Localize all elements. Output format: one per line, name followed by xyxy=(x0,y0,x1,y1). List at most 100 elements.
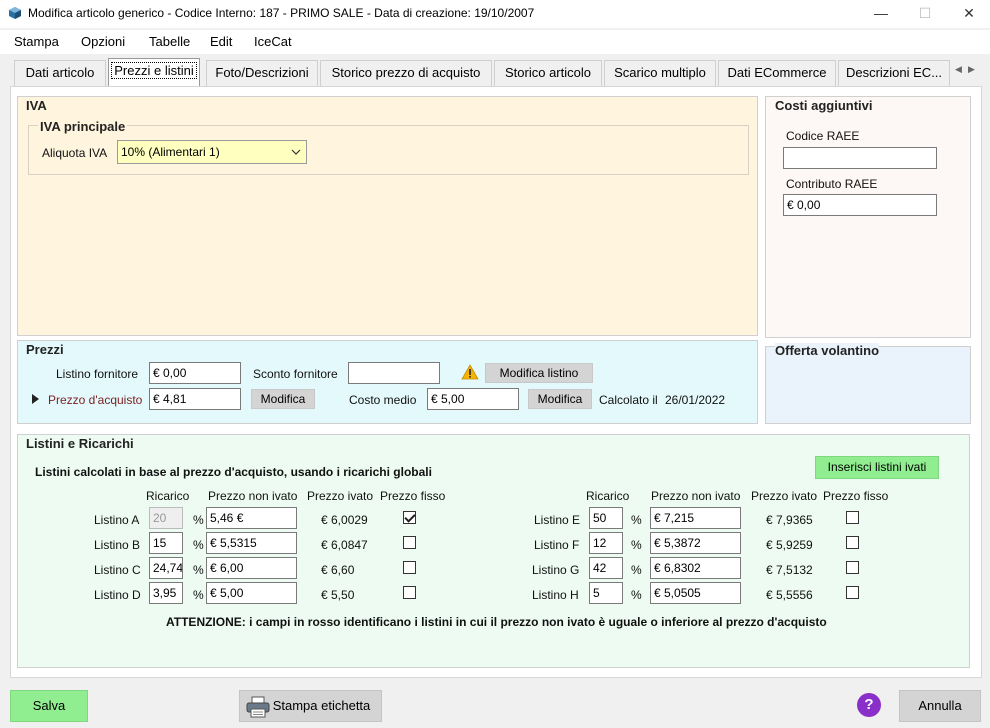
iva-title: IVA xyxy=(26,98,47,113)
listino-h-ricarico-input[interactable]: 5 xyxy=(589,582,623,604)
listino-b-label: Listino B xyxy=(94,538,141,552)
prezzo-acquisto-input[interactable]: € 4,81 xyxy=(149,388,241,410)
salva-button[interactable]: Salva xyxy=(10,690,88,722)
aliquota-iva-label: Aliquota IVA xyxy=(42,146,108,160)
tab-dati-articolo[interactable]: Dati articolo xyxy=(14,60,106,86)
tab-storico-articolo[interactable]: Storico articolo xyxy=(494,60,602,86)
listino-f-ivato: € 5,9259 xyxy=(766,538,813,552)
listino-a-non-ivato-input[interactable]: 5,46 € xyxy=(206,507,297,529)
stampa-etichetta-label: Stampa etichetta xyxy=(272,698,371,713)
listino-d-non-ivato-input[interactable]: € 5,00 xyxy=(206,582,297,604)
listino-f-fisso-checkbox[interactable] xyxy=(846,536,859,549)
menu-stampa[interactable]: Stampa xyxy=(14,34,59,49)
listino-f-ricarico-input[interactable]: 12 xyxy=(589,532,623,554)
pct-symbol: % xyxy=(193,563,204,577)
modifica-prezzo-acquisto-button[interactable]: Modifica xyxy=(251,389,315,409)
listino-c-non-ivato-input[interactable]: € 6,00 xyxy=(206,557,297,579)
listino-e-ivato: € 7,9365 xyxy=(766,513,813,527)
listini-group: Listini e Ricarichi Listini calcolati in… xyxy=(17,434,970,668)
close-button[interactable]: ✕ xyxy=(946,0,990,28)
contributo-raee-input[interactable]: € 0,00 xyxy=(783,194,937,216)
listino-a-ivato: € 6,0029 xyxy=(321,513,368,527)
contributo-raee-label: Contributo RAEE xyxy=(786,177,878,191)
menu-icecat[interactable]: IceCat xyxy=(254,34,292,49)
listino-b-ricarico-input[interactable]: 15 xyxy=(149,532,183,554)
listino-h-non-ivato-input[interactable]: € 5,0505 xyxy=(650,582,741,604)
listini-title: Listini e Ricarichi xyxy=(26,436,134,451)
inserisci-listini-ivati-button[interactable]: Inserisci listini ivati xyxy=(815,456,939,479)
printer-icon xyxy=(246,696,270,718)
modifica-costo-medio-button[interactable]: Modifica xyxy=(528,389,592,409)
listino-a-fisso-checkbox[interactable] xyxy=(403,511,416,524)
chevron-down-icon xyxy=(291,149,301,155)
header-non-ivato-right: Prezzo non ivato xyxy=(651,489,741,503)
aliquota-iva-value: 10% (Alimentari 1) xyxy=(121,145,220,159)
tab-storico-prezzo-acquisto[interactable]: Storico prezzo di acquisto xyxy=(320,60,492,86)
costi-aggiuntivi-group: Costi aggiuntivi Codice RAEE Contributo … xyxy=(765,96,971,338)
annulla-button[interactable]: Annulla xyxy=(899,690,981,722)
codice-raee-input[interactable] xyxy=(783,147,937,169)
tab-foto-descrizioni[interactable]: Foto/Descrizioni xyxy=(206,60,318,86)
listino-a-ricarico-input[interactable]: 20 xyxy=(149,507,183,529)
aliquota-iva-select[interactable]: 10% (Alimentari 1) xyxy=(117,140,307,164)
offerta-title: Offerta volantino xyxy=(775,343,880,358)
warning-icon xyxy=(461,364,479,380)
tab-prezzi-listini[interactable]: Prezzi e listini xyxy=(108,58,200,86)
listino-e-ricarico-input[interactable]: 50 xyxy=(589,507,623,529)
tab-scroll-right-icon[interactable]: ▶ xyxy=(968,64,975,75)
listino-g-fisso-checkbox[interactable] xyxy=(846,561,859,574)
pct-symbol: % xyxy=(631,563,642,577)
header-fisso-right: Prezzo fisso xyxy=(823,489,889,503)
pct-symbol: % xyxy=(631,513,642,527)
listino-h-ivato: € 5,5556 xyxy=(766,588,813,602)
menu-edit[interactable]: Edit xyxy=(210,34,232,49)
listino-fornitore-input[interactable]: € 0,00 xyxy=(149,362,241,384)
sconto-fornitore-input[interactable] xyxy=(348,362,440,384)
listino-b-non-ivato-input[interactable]: € 5,5315 xyxy=(206,532,297,554)
listino-f-label: Listino F xyxy=(534,538,580,552)
listino-e-non-ivato-input[interactable]: € 7,215 xyxy=(650,507,741,529)
tab-descrizioni-ec[interactable]: Descrizioni EC... xyxy=(838,60,950,86)
pct-symbol: % xyxy=(631,588,642,602)
listino-g-ivato: € 7,5132 xyxy=(766,563,813,577)
listino-e-fisso-checkbox[interactable] xyxy=(846,511,859,524)
pct-symbol: % xyxy=(193,538,204,552)
menu-tabelle[interactable]: Tabelle xyxy=(149,34,190,49)
modifica-listino-button[interactable]: Modifica listino xyxy=(485,363,593,383)
help-icon[interactable]: ? xyxy=(857,693,881,717)
listino-d-fisso-checkbox[interactable] xyxy=(403,586,416,599)
iva-principale-title: IVA principale xyxy=(38,119,128,134)
costo-medio-input[interactable]: € 5,00 xyxy=(427,388,519,410)
listino-f-non-ivato-input[interactable]: € 5,3872 xyxy=(650,532,741,554)
window-title: Modifica articolo generico - Codice Inte… xyxy=(28,6,535,20)
listino-c-ricarico-input[interactable]: 24,74 xyxy=(149,557,183,579)
stampa-etichetta-button[interactable]: Stampa etichetta xyxy=(239,690,382,722)
maximize-button[interactable]: ☐ xyxy=(902,0,948,28)
listino-c-fisso-checkbox[interactable] xyxy=(403,561,416,574)
listino-c-ivato: € 6,60 xyxy=(321,563,355,577)
header-non-ivato-left: Prezzo non ivato xyxy=(208,489,298,503)
listini-subtitle: Listini calcolati in base al prezzo d'ac… xyxy=(35,465,432,479)
listino-b-fisso-checkbox[interactable] xyxy=(403,536,416,549)
listino-h-label: Listino H xyxy=(532,588,579,602)
tab-dati-ecommerce[interactable]: Dati ECommerce xyxy=(718,60,836,86)
header-fisso-left: Prezzo fisso xyxy=(380,489,446,503)
sconto-fornitore-label: Sconto fornitore xyxy=(253,367,338,381)
minimize-button[interactable]: — xyxy=(858,0,904,28)
attenzione-note: ATTENZIONE: i campi in rosso identifican… xyxy=(166,615,827,629)
menu-opzioni[interactable]: Opzioni xyxy=(81,34,125,49)
listino-g-non-ivato-input[interactable]: € 6,8302 xyxy=(650,557,741,579)
pct-symbol: % xyxy=(193,588,204,602)
listino-d-ricarico-input[interactable]: 3,95 xyxy=(149,582,183,604)
header-ivato-right: Prezzo ivato xyxy=(751,489,818,503)
menu-bar: Stampa Opzioni Tabelle Edit IceCat xyxy=(0,30,990,54)
listino-h-fisso-checkbox[interactable] xyxy=(846,586,859,599)
calcolato-date: 26/01/2022 xyxy=(665,393,726,407)
costo-medio-label: Costo medio xyxy=(349,393,417,407)
header-ivato-left: Prezzo ivato xyxy=(307,489,374,503)
tab-strip: Dati articolo Prezzi e listini Foto/Desc… xyxy=(0,58,990,86)
header-ricarico-left: Ricarico xyxy=(146,489,190,503)
tab-scarico-multiplo[interactable]: Scarico multiplo xyxy=(604,60,716,86)
tab-scroll-left-icon[interactable]: ◀ xyxy=(955,64,962,75)
listino-g-ricarico-input[interactable]: 42 xyxy=(589,557,623,579)
